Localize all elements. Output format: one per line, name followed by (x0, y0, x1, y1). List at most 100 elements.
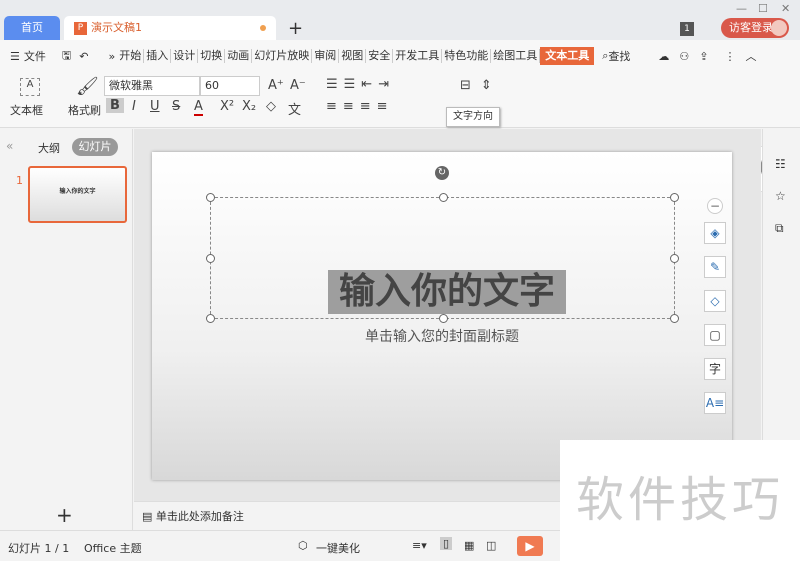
play-slideshow-button[interactable]: ▶ (517, 536, 543, 556)
login-label: 访客登录 (729, 21, 773, 34)
text-wrap-icon[interactable]: A≡ (704, 392, 726, 414)
add-slide-button[interactable]: + (56, 503, 73, 527)
menu-developer[interactable]: 开发工具 (393, 49, 443, 63)
tab-document-label: 演示文稿1 (91, 21, 142, 34)
collapse-panel-icon[interactable]: « (6, 139, 13, 153)
menu-transition[interactable]: 切换 (198, 49, 226, 63)
menu-slideshow[interactable]: 幻灯片放映 (252, 49, 313, 63)
star-icon[interactable]: ☆ (775, 189, 786, 203)
fill-icon[interactable]: ◇ (704, 290, 726, 312)
tab-document[interactable]: P 演示文稿1 (64, 16, 276, 40)
font-size-select[interactable]: 60 (200, 76, 260, 96)
menu-bar: ☰ 文件 🖫 ↶ » 开始 插入 设计 切换 动画 幻灯片放映 审阅 视图 安全… (0, 40, 800, 72)
slide-number: 1 (16, 174, 23, 187)
slide-subtitle[interactable]: 单击输入您的封面副标题 (152, 326, 732, 346)
slide-count: 幻灯片 1 / 1 (8, 542, 70, 555)
align-icons[interactable]: ≡≡≡≡ (326, 99, 394, 114)
window-count-badge[interactable]: 1 (680, 22, 694, 36)
collapse-float-icon[interactable]: − (707, 198, 723, 214)
notes-toggle-icon[interactable]: ≡▾ (412, 539, 427, 552)
resize-handle[interactable] (206, 193, 215, 202)
collapse-ribbon-icon[interactable]: ︿ (745, 48, 756, 64)
tab-home[interactable]: 首页 (4, 16, 60, 40)
file-menu[interactable]: 文件 (24, 48, 46, 64)
slide-title[interactable]: 输入你的文字 (328, 270, 566, 314)
pen-icon[interactable]: ✎ (704, 256, 726, 278)
notes-placeholder: 单击此处添加备注 (155, 510, 244, 523)
menu-security[interactable]: 安全 (366, 49, 394, 63)
resize-handle[interactable] (439, 314, 448, 323)
more-menu-icon[interactable]: ⋮ (724, 50, 735, 63)
resize-handle[interactable] (670, 314, 679, 323)
cloud-share-icons[interactable]: ☁⚇⇪ (658, 50, 718, 63)
close-icon[interactable]: ✕ (781, 2, 790, 15)
strikethrough-icon[interactable]: S (172, 99, 180, 114)
menu-features[interactable]: 特色功能 (442, 49, 492, 63)
format-painter-icon[interactable]: 🖌 (76, 76, 99, 97)
superscript-icon[interactable]: X² (220, 99, 234, 114)
tab-slides[interactable]: 幻灯片 (72, 138, 118, 156)
maximize-icon[interactable]: ☐ (758, 2, 768, 15)
unsaved-dot (260, 25, 266, 31)
resize-handle[interactable] (206, 314, 215, 323)
menu-review[interactable]: 审阅 (312, 49, 340, 63)
format-painter-button[interactable]: 格式刷 (68, 102, 101, 118)
notes-icon: ▤ (142, 510, 156, 523)
resize-handle[interactable] (670, 193, 679, 202)
save-icon[interactable]: 🖫 (62, 47, 71, 66)
decrease-font-icon[interactable]: A⁻ (290, 78, 306, 93)
resize-handle[interactable] (206, 254, 215, 263)
settings-sliders-icon[interactable]: ☷ (775, 157, 786, 171)
menu-drawing-tools[interactable]: 绘图工具 (491, 49, 541, 63)
reading-view-icon[interactable]: ◫ (486, 539, 496, 552)
menu-view[interactable]: 视图 (339, 49, 367, 63)
bold-icon[interactable]: B (106, 98, 124, 113)
rotate-handle-icon[interactable]: ↻ (435, 166, 449, 180)
font-select[interactable]: 微软雅黑 (104, 76, 200, 96)
login-button[interactable]: 访客登录 (721, 18, 789, 38)
list-icons[interactable]: ☰☰⇤⇥ (326, 77, 395, 92)
undo-icon[interactable]: ↶ (79, 50, 88, 63)
border-icon[interactable]: ▢ (704, 324, 726, 346)
text-effect-icon[interactable]: 字 (704, 358, 726, 380)
avatar (771, 20, 787, 36)
thumbnail-title: 输入你的文字 (59, 188, 96, 195)
font-color-icon[interactable]: A (194, 99, 203, 116)
textbox-icon[interactable]: A (20, 78, 40, 96)
menu-icon[interactable]: ☰ (10, 50, 20, 63)
copy-icon[interactable]: ⧉ (775, 221, 784, 236)
subscript-icon[interactable]: X₂ (242, 99, 256, 114)
resize-handle[interactable] (670, 254, 679, 263)
theme-name[interactable]: Office 主题 (84, 540, 142, 556)
ppt-icon: P (74, 21, 87, 35)
italic-icon[interactable]: I (132, 99, 136, 114)
beautify-button[interactable]: 一键美化 (316, 540, 360, 556)
slide-thumbnail[interactable]: 输入你的文字 (28, 166, 127, 223)
sorter-view-icon[interactable]: ▦ (464, 539, 474, 552)
menu-insert[interactable]: 插入 (144, 49, 172, 63)
menu-design[interactable]: 设计 (171, 49, 199, 63)
ribbon: A 文本框 🖌 格式刷 微软雅黑 60 A⁺ A⁻ B I U S A X² X… (0, 72, 800, 192)
increase-font-icon[interactable]: A⁺ (268, 78, 284, 93)
new-tab-button[interactable]: + (288, 18, 303, 39)
align-text-icons[interactable]: ⊟⇕ (460, 78, 502, 93)
tab-bar: 首页 P 演示文稿1 + — ☐ ✕ 1 访客登录 (0, 0, 800, 40)
menu-animation[interactable]: 动画 (225, 49, 253, 63)
layers-icon[interactable]: ◈ (704, 222, 726, 244)
menu-text-tools[interactable]: 文本工具 (540, 47, 595, 65)
beautify-icon: ⬡ (298, 539, 308, 552)
underline-icon[interactable]: U (150, 99, 160, 114)
textbox-button[interactable]: 文本框 (10, 102, 43, 118)
more-icon[interactable]: » (108, 50, 115, 63)
clear-format-icon[interactable]: ◇ (266, 99, 276, 114)
minimize-icon[interactable]: — (736, 2, 747, 15)
search-button[interactable]: 查找 (608, 48, 630, 64)
tooltip: 文字方向 (446, 107, 500, 127)
watermark: 软件技巧 (560, 440, 800, 561)
menu-start[interactable]: 开始 (117, 49, 145, 63)
tab-outline[interactable]: 大纲 (38, 140, 60, 156)
normal-view-icon[interactable]: ▯ (440, 537, 453, 550)
resize-handle[interactable] (439, 193, 448, 202)
phonetic-icon[interactable]: 文 (288, 99, 301, 118)
slide[interactable]: ↻ 输入你的文字 单击输入您的封面副标题 − ◈ ✎ ◇ ▢ 字 A≡ (152, 152, 732, 480)
